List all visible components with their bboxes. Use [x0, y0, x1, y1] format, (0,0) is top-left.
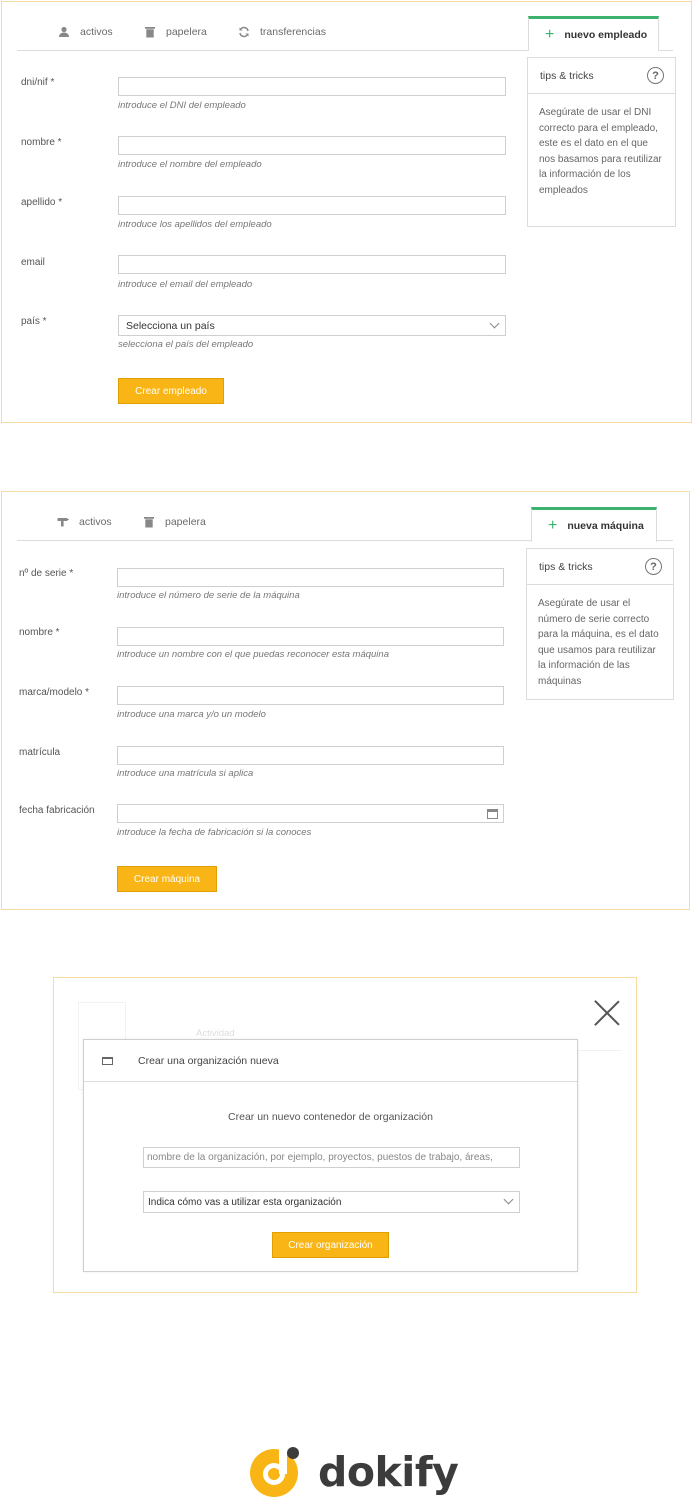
field-hint-nombre: introduce el nombre del empleado [118, 159, 262, 170]
modal-title: Crear una organización nueva [138, 1054, 279, 1067]
person-icon [58, 26, 70, 38]
tab-transferencias[interactable]: transferencias [238, 26, 326, 38]
field-hint-email: introduce el email del empleado [118, 279, 253, 290]
tips-panel: tips & tricks ? Asegúrate de usar el núm… [526, 548, 674, 700]
help-icon[interactable]: ? [645, 558, 662, 575]
field-hint-serie: introduce el número de serie de la máqui… [117, 590, 300, 601]
tips-title: tips & tricks [539, 560, 593, 573]
tab-papelera[interactable]: papelera [143, 516, 206, 528]
tips-header: tips & tricks ? [527, 549, 673, 585]
drill-icon [57, 516, 69, 528]
field-hint-nombre: introduce un nombre con el que puedas re… [117, 649, 389, 660]
plus-icon: + [545, 26, 555, 43]
modal-header: Crear una organización nueva [84, 1040, 577, 1082]
organization-name-input[interactable]: nombre de la organización, por ejemplo, … [143, 1147, 520, 1168]
tab-activos[interactable]: activos [58, 26, 113, 38]
field-hint-matricula: introduce una matrícula si aplica [117, 768, 254, 779]
marca-input[interactable] [117, 686, 504, 705]
tips-panel: tips & tricks ? Asegúrate de usar el DNI… [527, 57, 676, 227]
create-organization-button[interactable]: Crear organización [272, 1232, 389, 1258]
field-hint-marca: introduce una marca y/o un modelo [117, 709, 266, 720]
field-hint-dni: introduce el DNI del empleado [118, 100, 246, 111]
create-organization-modal: Crear una organización nueva Crear un nu… [83, 1039, 578, 1272]
nombre-input[interactable] [118, 136, 506, 155]
help-icon[interactable]: ? [647, 67, 664, 84]
matricula-input[interactable] [117, 746, 504, 765]
organization-name-placeholder: nombre de la organización, por ejemplo, … [147, 1152, 493, 1163]
tab-label: transferencias [260, 26, 326, 38]
field-label-fecha: fecha fabricación [19, 805, 95, 816]
tab-label: papelera [165, 516, 206, 528]
create-machine-button[interactable]: Crear máquina [117, 866, 217, 892]
calendar-icon[interactable] [487, 809, 498, 819]
tips-text: Asegúrate de usar el DNI correcto para e… [539, 107, 662, 196]
field-hint-pais: selecciona el país del empleado [118, 339, 254, 350]
tab-label: activos [80, 26, 113, 38]
plus-icon: + [548, 517, 558, 534]
dokify-mark-icon [250, 1447, 299, 1497]
tips-header: tips & tricks ? [528, 58, 675, 94]
serie-input[interactable] [117, 568, 504, 587]
box-icon [102, 1056, 113, 1065]
tab-nueva-maquina[interactable]: + nueva máquina [531, 507, 657, 542]
field-label-email: email [21, 257, 45, 268]
new-employee-panel: activos papelera transferencias + nuevo … [1, 1, 692, 423]
field-label-apellido: apellido * [21, 197, 63, 208]
field-label-serie: nº de serie * [19, 568, 74, 579]
chevron-down-icon [503, 1194, 514, 1205]
email-input[interactable] [118, 255, 506, 274]
background-activity-label: Actividad [196, 1028, 235, 1039]
chevron-down-icon [489, 318, 500, 329]
tips-text: Asegúrate de usar el número de serie cor… [538, 598, 659, 687]
nombre-input[interactable] [117, 627, 504, 646]
trash-icon [143, 516, 155, 528]
field-label-matricula: matrícula [19, 747, 61, 758]
field-hint-fecha: introduce la fecha de fabricación si la … [117, 827, 312, 838]
tab-label: nueva máquina [567, 520, 644, 532]
modal-subtitle: Crear un nuevo contenedor de organizació… [228, 1111, 433, 1123]
tab-label: nuevo empleado [564, 29, 648, 41]
dokify-logo: dokify [248, 1443, 459, 1501]
new-machine-panel: activos papelera + nueva máquina tips & … [1, 491, 690, 910]
organization-usage-value: Indica cómo vas a utilizar esta organiza… [148, 1196, 342, 1208]
tab-activos[interactable]: activos [57, 516, 112, 528]
dni-input[interactable] [118, 77, 506, 96]
apellido-input[interactable] [118, 196, 506, 215]
field-label-dni: dni/nif * [21, 77, 55, 88]
tips-title: tips & tricks [540, 69, 594, 82]
field-label-nombre: nombre * [19, 627, 60, 638]
organization-usage-select[interactable]: Indica cómo vas a utilizar esta organiza… [143, 1191, 520, 1213]
field-label-pais: país * [21, 316, 47, 327]
pais-select[interactable]: Selecciona un país [118, 315, 506, 336]
close-icon[interactable] [594, 1000, 620, 1026]
tab-label: activos [79, 516, 112, 528]
tab-nuevo-empleado[interactable]: + nuevo empleado [528, 16, 659, 51]
field-label-nombre: nombre * [21, 137, 62, 148]
create-employee-button[interactable]: Crear empleado [118, 378, 224, 404]
refresh-icon [238, 26, 250, 38]
pais-select-value: Selecciona un país [126, 319, 215, 332]
tab-papelera[interactable]: papelera [144, 26, 207, 38]
field-hint-apellido: introduce los apellidos del empleado [118, 219, 272, 230]
field-label-marca: marca/modelo * [19, 687, 90, 698]
trash-icon [144, 26, 156, 38]
fecha-input[interactable] [117, 804, 504, 823]
tab-label: papelera [166, 26, 207, 38]
brand-name: dokify [318, 1448, 459, 1496]
